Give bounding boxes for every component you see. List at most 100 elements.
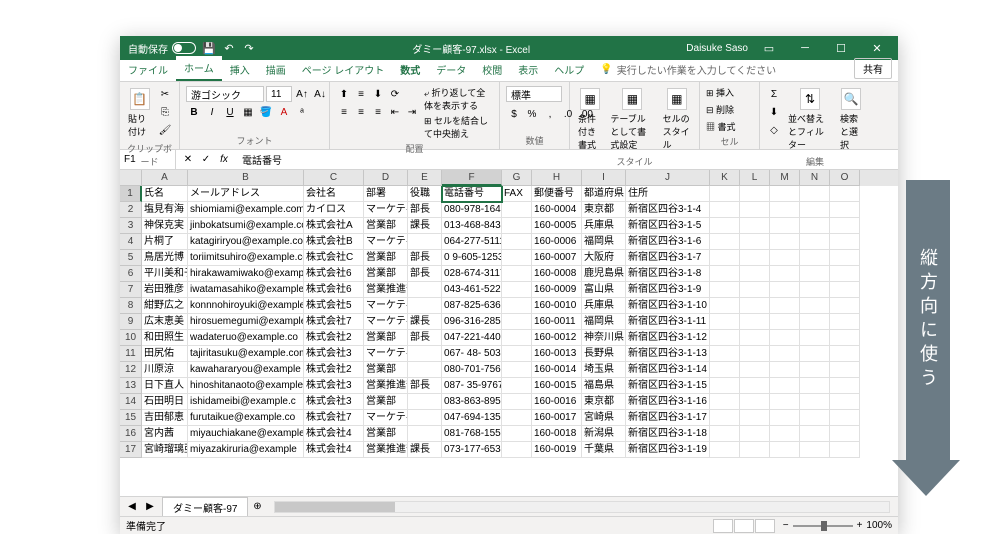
- sheet-tab[interactable]: ダミー顧客-97: [162, 497, 248, 517]
- cell[interactable]: マーケティング部: [364, 410, 408, 426]
- cell[interactable]: [740, 234, 770, 250]
- column-header[interactable]: J: [626, 170, 710, 186]
- cell[interactable]: [740, 330, 770, 346]
- number-format-select[interactable]: [506, 86, 562, 102]
- cell[interactable]: [502, 442, 532, 458]
- cell[interactable]: [740, 378, 770, 394]
- cell[interactable]: 千葉県: [582, 442, 626, 458]
- minimize-icon[interactable]: ─: [790, 36, 820, 60]
- cell[interactable]: 東京都: [582, 394, 626, 410]
- cell[interactable]: [502, 234, 532, 250]
- cell[interactable]: [502, 346, 532, 362]
- cell[interactable]: [830, 186, 860, 202]
- fx-icon[interactable]: fx: [216, 152, 232, 168]
- cell[interactable]: [710, 282, 740, 298]
- cell[interactable]: 部長: [408, 202, 442, 218]
- cell[interactable]: 新宿区四谷3-1-19: [626, 442, 710, 458]
- cell[interactable]: [800, 362, 830, 378]
- cell[interactable]: 株式会社2: [304, 330, 364, 346]
- cell[interactable]: 部長: [408, 266, 442, 282]
- cell[interactable]: [740, 218, 770, 234]
- cell[interactable]: [800, 266, 830, 282]
- cell[interactable]: [800, 394, 830, 410]
- tab-データ[interactable]: データ: [428, 58, 474, 81]
- cell[interactable]: 営業部: [364, 330, 408, 346]
- cell[interactable]: [800, 218, 830, 234]
- cell[interactable]: 160-0012: [532, 330, 582, 346]
- border-button[interactable]: ▦: [240, 104, 256, 120]
- redo-icon[interactable]: ↷: [242, 41, 256, 55]
- cell[interactable]: katagiriryou@example.com: [188, 234, 304, 250]
- cell[interactable]: [770, 282, 800, 298]
- cell[interactable]: 160-0013: [532, 346, 582, 362]
- cell[interactable]: 氏名: [142, 186, 188, 202]
- cell[interactable]: 160-0018: [532, 426, 582, 442]
- cell[interactable]: [800, 202, 830, 218]
- cell[interactable]: 福岡県: [582, 314, 626, 330]
- cell[interactable]: [502, 426, 532, 442]
- cell[interactable]: [770, 442, 800, 458]
- cell[interactable]: 東京都: [582, 202, 626, 218]
- cell[interactable]: 株式会社3: [304, 346, 364, 362]
- cell[interactable]: マーケティング部: [364, 314, 408, 330]
- tab-ホーム[interactable]: ホーム: [176, 56, 222, 81]
- cell[interactable]: [770, 250, 800, 266]
- zoom-in-icon[interactable]: +: [857, 520, 863, 531]
- cell[interactable]: [710, 378, 740, 394]
- cell[interactable]: カイロス: [304, 202, 364, 218]
- cell[interactable]: 083-863-8958: [442, 394, 502, 410]
- conditional-format-button[interactable]: ▦条件付き書式: [576, 86, 604, 153]
- sheet-next-icon[interactable]: ▶: [142, 499, 158, 515]
- cell[interactable]: [502, 266, 532, 282]
- cell[interactable]: 課長: [408, 442, 442, 458]
- cell[interactable]: 新宿区四谷3-1-12: [626, 330, 710, 346]
- cell[interactable]: 営業部: [364, 218, 408, 234]
- cell[interactable]: 087- 35-9767: [442, 378, 502, 394]
- row-header[interactable]: 7: [120, 282, 142, 298]
- cell[interactable]: 岩田雅彦: [142, 282, 188, 298]
- cell-styles-button[interactable]: ▦セルのスタイル: [661, 86, 693, 153]
- cell[interactable]: FAX: [502, 186, 532, 202]
- column-header[interactable]: I: [582, 170, 626, 186]
- cell[interactable]: 株式会社7: [304, 410, 364, 426]
- cell[interactable]: 株式会社6: [304, 266, 364, 282]
- tab-表示[interactable]: 表示: [510, 58, 546, 81]
- column-header[interactable]: E: [408, 170, 442, 186]
- cell[interactable]: [770, 330, 800, 346]
- cell[interactable]: [710, 234, 740, 250]
- cell[interactable]: 福島県: [582, 378, 626, 394]
- row-header[interactable]: 3: [120, 218, 142, 234]
- cell[interactable]: 073-177-6538: [442, 442, 502, 458]
- cell[interactable]: [740, 186, 770, 202]
- insert-cells-button[interactable]: ⊞ 挿入: [706, 86, 734, 99]
- cell[interactable]: [770, 362, 800, 378]
- column-header[interactable]: B: [188, 170, 304, 186]
- cell[interactable]: [710, 394, 740, 410]
- fill-icon[interactable]: ⬇: [766, 104, 782, 120]
- cell[interactable]: miyazakiruria@example: [188, 442, 304, 458]
- cell[interactable]: [830, 394, 860, 410]
- cell[interactable]: [408, 298, 442, 314]
- cell[interactable]: [800, 426, 830, 442]
- cell[interactable]: 新宿区四谷3-1-7: [626, 250, 710, 266]
- currency-icon[interactable]: $: [506, 106, 522, 122]
- zoom-level[interactable]: 100%: [866, 520, 892, 531]
- user-name[interactable]: Daisuke Saso: [686, 43, 748, 54]
- delete-cells-button[interactable]: ⊟ 削除: [706, 103, 734, 116]
- cell[interactable]: [502, 282, 532, 298]
- cell[interactable]: 新宿区四谷3-1-10: [626, 298, 710, 314]
- worksheet-grid[interactable]: ABCDEFGHIJKLMNO 1氏名メールアドレス会社名部署役職電話番号FAX…: [120, 170, 898, 496]
- cell[interactable]: [830, 298, 860, 314]
- cell[interactable]: 株式会社C: [304, 250, 364, 266]
- cell[interactable]: [740, 282, 770, 298]
- maximize-icon[interactable]: ☐: [826, 36, 856, 60]
- cell[interactable]: マーケティング部: [364, 234, 408, 250]
- cell[interactable]: [740, 202, 770, 218]
- cell[interactable]: [740, 266, 770, 282]
- cell[interactable]: 営業推進部: [364, 282, 408, 298]
- cell[interactable]: [710, 346, 740, 362]
- cell[interactable]: 神奈川県: [582, 330, 626, 346]
- save-icon[interactable]: 💾: [202, 41, 216, 55]
- cell[interactable]: 広末恵美: [142, 314, 188, 330]
- cell[interactable]: 047-221-4405: [442, 330, 502, 346]
